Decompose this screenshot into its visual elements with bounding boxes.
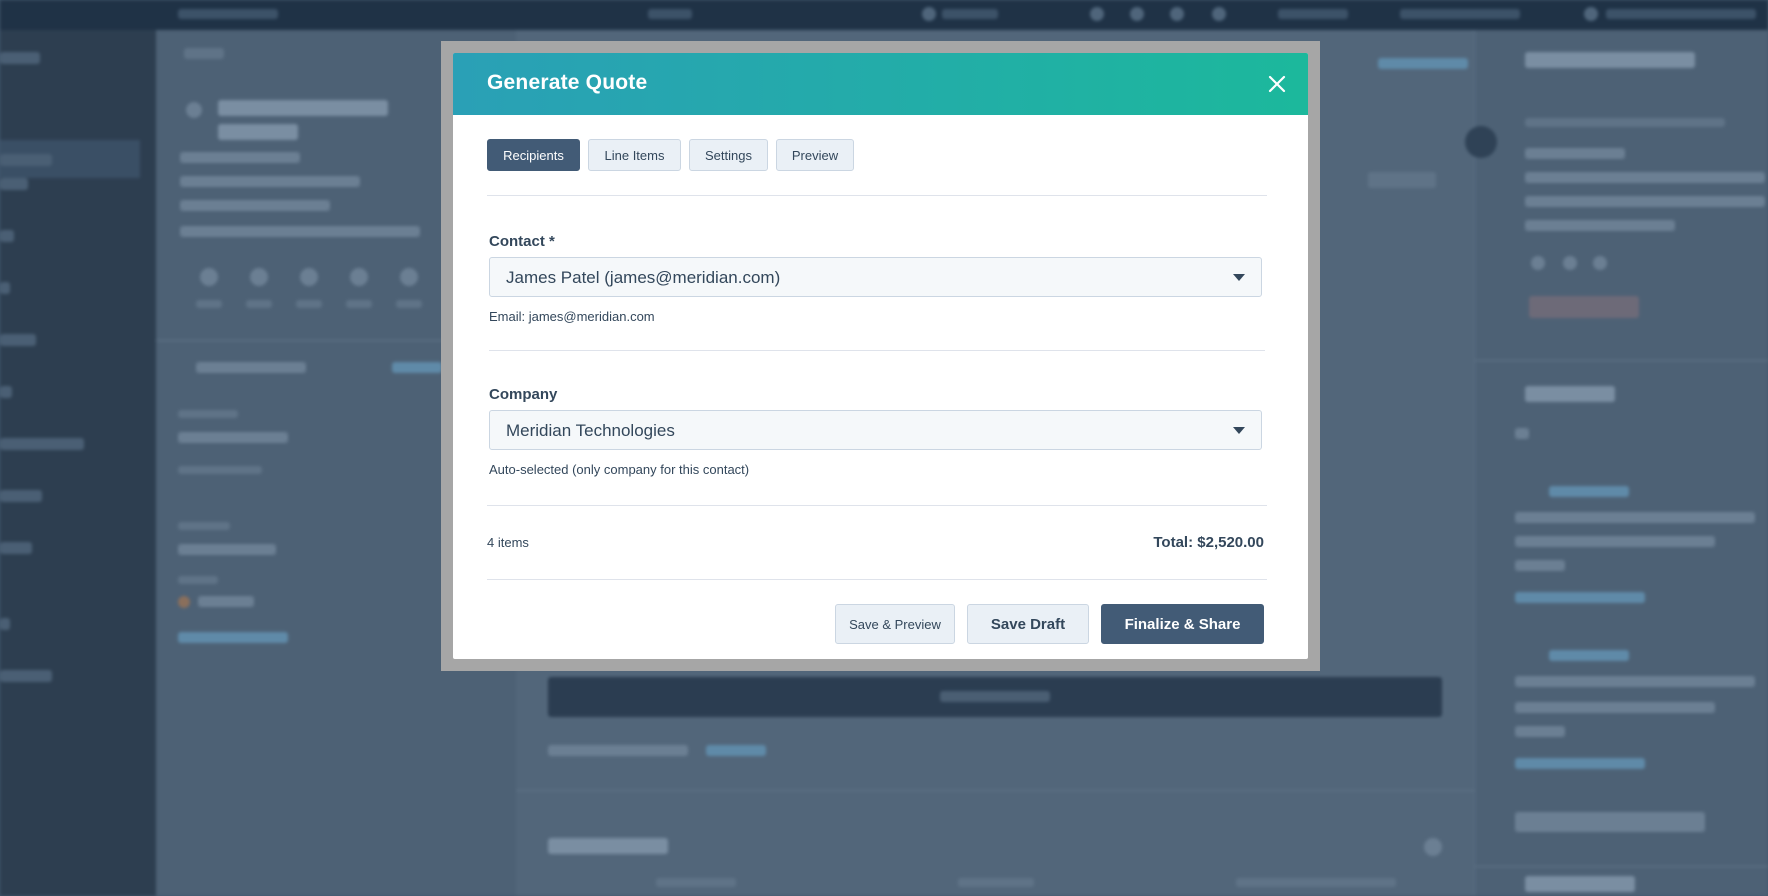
save-preview-button[interactable]: Save & Preview <box>835 604 955 644</box>
quote-total: Total: $2,520.00 <box>1153 534 1264 551</box>
summary-divider <box>487 579 1267 580</box>
close-button[interactable] <box>1263 70 1291 98</box>
close-icon <box>1268 75 1286 93</box>
items-count: 4 items <box>487 535 529 550</box>
background-action-bar <box>548 677 1442 717</box>
finalize-share-button[interactable]: Finalize & Share <box>1101 604 1264 644</box>
contact-divider <box>489 350 1265 351</box>
generate-quote-modal: Generate Quote Recipients Line Items Set… <box>453 53 1308 659</box>
company-label: Company <box>489 386 558 403</box>
company-select[interactable]: Meridian Technologies <box>489 410 1262 450</box>
left-navigation <box>0 30 156 896</box>
tab-recipients[interactable]: Recipients <box>487 139 580 171</box>
save-draft-button[interactable]: Save Draft <box>967 604 1089 644</box>
company-divider <box>487 505 1267 506</box>
company-auto-selected-help: Auto-selected (only company for this con… <box>489 462 750 477</box>
company-select-value: Meridian Technologies <box>506 421 675 440</box>
tabs-divider <box>487 195 1267 196</box>
chevron-down-icon <box>1233 427 1245 434</box>
chevron-down-icon <box>1233 274 1245 281</box>
contact-label: Contact * <box>489 233 555 250</box>
contact-select-value: James Patel (james@meridian.com) <box>506 268 781 287</box>
record-right-sidebar <box>1465 30 1768 896</box>
tab-preview[interactable]: Preview <box>776 139 854 171</box>
modal-title: Generate Quote <box>487 71 648 94</box>
modal-header: Generate Quote <box>453 53 1308 115</box>
contact-email-help: Email: james@meridian.com <box>489 309 655 324</box>
tab-settings[interactable]: Settings <box>689 139 768 171</box>
top-navigation-bar <box>0 0 1768 30</box>
tab-line-items[interactable]: Line Items <box>588 139 681 171</box>
contact-select[interactable]: James Patel (james@meridian.com) <box>489 257 1262 297</box>
